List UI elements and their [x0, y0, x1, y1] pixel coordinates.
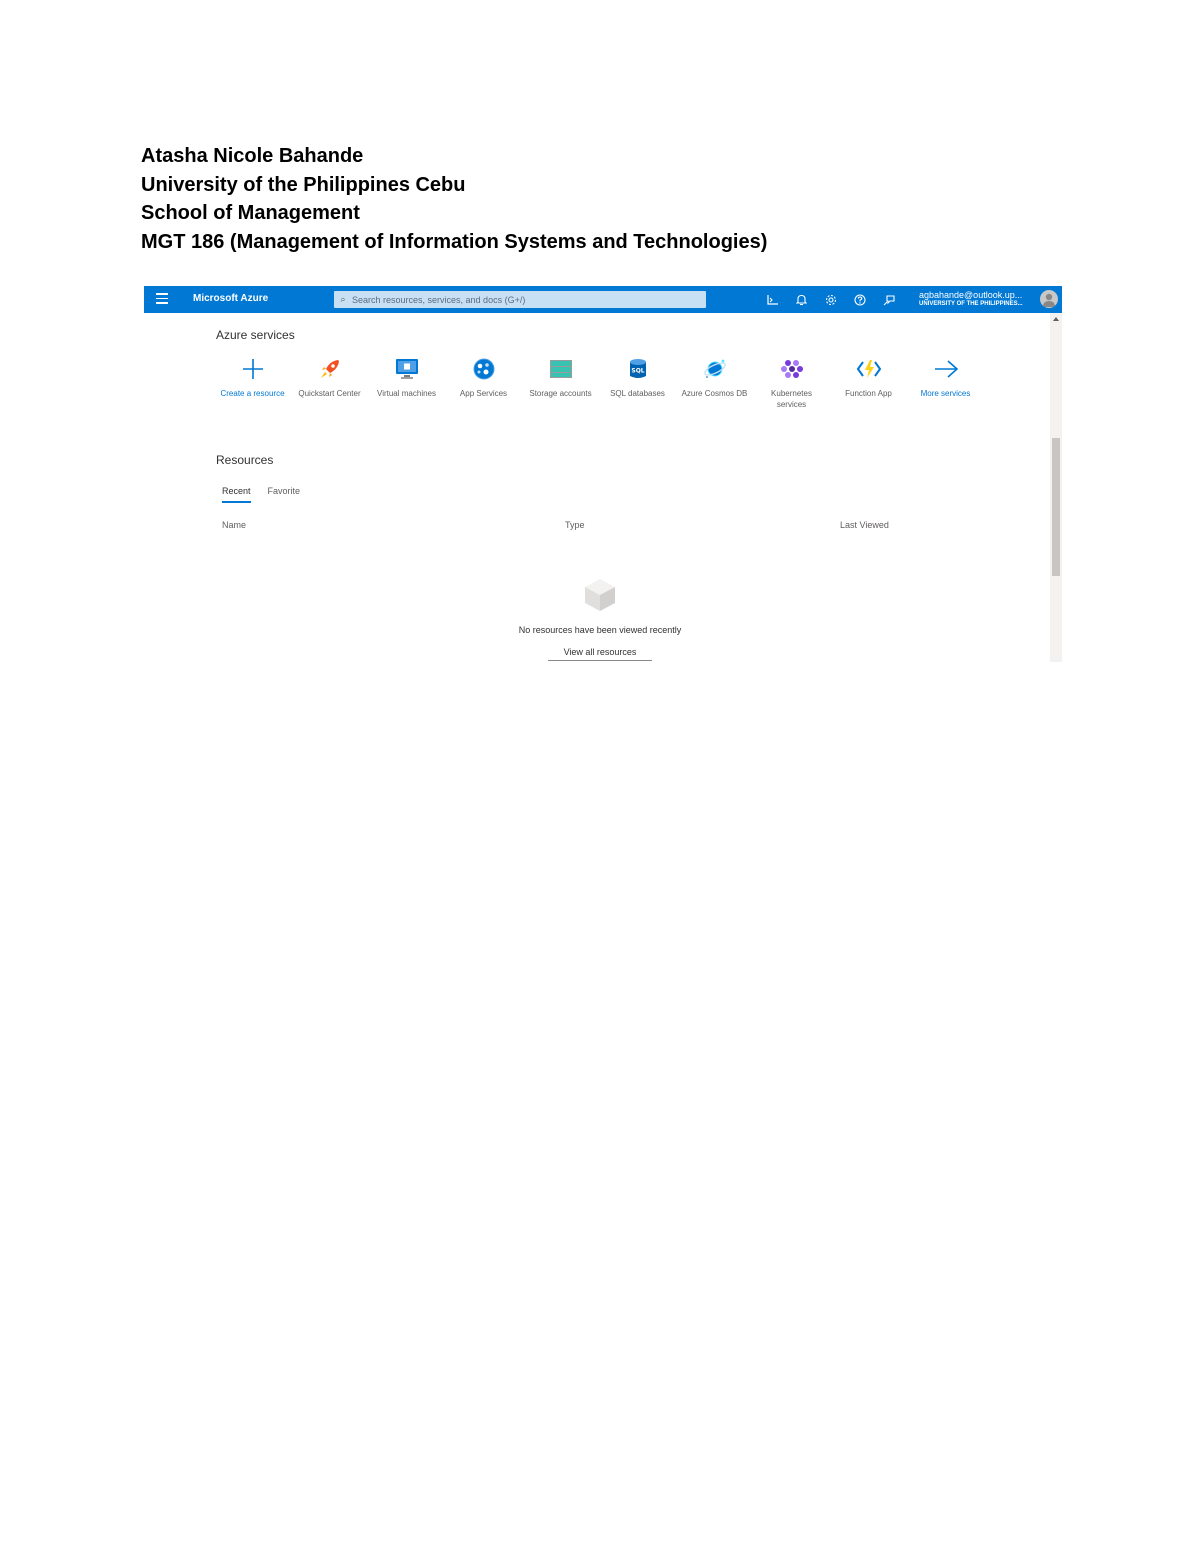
service-sql-databases[interactable]: SQL SQL databases: [599, 356, 676, 410]
author-name: Atasha Nicole Bahande: [141, 145, 364, 167]
column-header-type[interactable]: Type: [565, 520, 585, 530]
service-label: Azure Cosmos DB: [681, 389, 748, 398]
university-name: University of the Philippines Cebu: [141, 173, 466, 196]
azure-services-title: Azure services: [216, 328, 295, 342]
kubernetes-icon: [779, 356, 805, 382]
globe-icon: [471, 356, 497, 382]
service-azure-cosmos-db[interactable]: Azure Cosmos DB: [676, 356, 753, 410]
service-app-services[interactable]: App Services: [445, 356, 522, 410]
scroll-up-icon[interactable]: [1053, 317, 1059, 321]
service-label: Create a resource: [220, 389, 285, 398]
monitor-icon: [394, 356, 420, 382]
service-label: Quickstart Center: [298, 389, 361, 398]
search-input[interactable]: [352, 294, 692, 305]
service-virtual-machines[interactable]: Virtual machines: [368, 356, 445, 410]
account-email: agbahande@outlook.up...: [919, 290, 1023, 300]
service-kubernetes-services[interactable]: Kubernetes services: [753, 356, 830, 410]
avatar[interactable]: [1040, 290, 1058, 308]
tab-recent[interactable]: Recent: [222, 486, 251, 503]
resources-title: Resources: [216, 453, 274, 467]
empty-cube-icon: [584, 578, 616, 617]
toolbar-icons: [764, 291, 897, 308]
cloud-shell-icon[interactable]: [764, 291, 781, 308]
service-function-app[interactable]: Function App: [830, 356, 907, 410]
function-icon: [856, 356, 882, 382]
tab-favorite[interactable]: Favorite: [268, 486, 301, 503]
portal-top-bar: Microsoft Azure ⌕ agbahande@outlook.up..…: [144, 286, 1062, 313]
service-label: App Services: [459, 389, 508, 398]
rocket-icon: [317, 356, 343, 382]
view-all-resources-button[interactable]: View all resources: [548, 645, 652, 661]
search-box[interactable]: ⌕: [334, 291, 706, 308]
resources-tabs: Recent Favorite: [222, 486, 300, 503]
service-label: Storage accounts: [529, 389, 592, 398]
feedback-icon[interactable]: [880, 291, 897, 308]
account-organization: UNIVERSITY OF THE PHILIPPINES...: [919, 301, 1023, 307]
help-icon[interactable]: [851, 291, 868, 308]
search-icon: ⌕: [340, 294, 346, 304]
service-quickstart-center[interactable]: Quickstart Center: [291, 356, 368, 410]
azure-portal-screenshot: Microsoft Azure ⌕ agbahande@outlook.up..…: [144, 286, 1062, 662]
service-label: Virtual machines: [377, 389, 436, 398]
account-info[interactable]: agbahande@outlook.up... UNIVERSITY OF TH…: [919, 290, 1023, 308]
school-name: School of Management: [141, 202, 360, 225]
service-label: SQL databases: [610, 389, 665, 398]
plus-icon: [240, 356, 266, 382]
service-create-resource[interactable]: Create a resource: [214, 356, 291, 410]
service-label: Kubernetes services: [771, 389, 812, 409]
service-label: Function App: [845, 389, 892, 398]
service-more-services[interactable]: More services: [907, 356, 984, 410]
column-header-name[interactable]: Name: [222, 520, 246, 530]
vertical-scrollbar[interactable]: [1050, 313, 1062, 662]
svg-text:SQL: SQL: [631, 368, 644, 375]
course-title: MGT 186 (Management of Information Syste…: [141, 231, 768, 254]
portal-brand[interactable]: Microsoft Azure: [193, 293, 268, 304]
document-header: Atasha Nicole Bahande University of the …: [141, 142, 767, 257]
notifications-icon[interactable]: [793, 291, 810, 308]
column-header-last-viewed[interactable]: Last Viewed: [840, 520, 889, 530]
service-storage-accounts[interactable]: Storage accounts: [522, 356, 599, 410]
hamburger-menu-icon[interactable]: [156, 293, 168, 305]
services-row: Create a resource Quickstart Center Virt…: [214, 356, 984, 410]
portal-content: Azure services Create a resource Quickst…: [144, 313, 1050, 662]
sql-icon: SQL: [625, 356, 651, 382]
arrow-right-icon: [933, 356, 959, 382]
storage-icon: [548, 356, 574, 382]
cosmos-icon: [702, 356, 728, 382]
settings-icon[interactable]: [822, 291, 839, 308]
service-label: More services: [920, 389, 971, 398]
empty-message: No resources have been viewed recently: [518, 625, 682, 635]
scroll-thumb[interactable]: [1052, 438, 1060, 576]
